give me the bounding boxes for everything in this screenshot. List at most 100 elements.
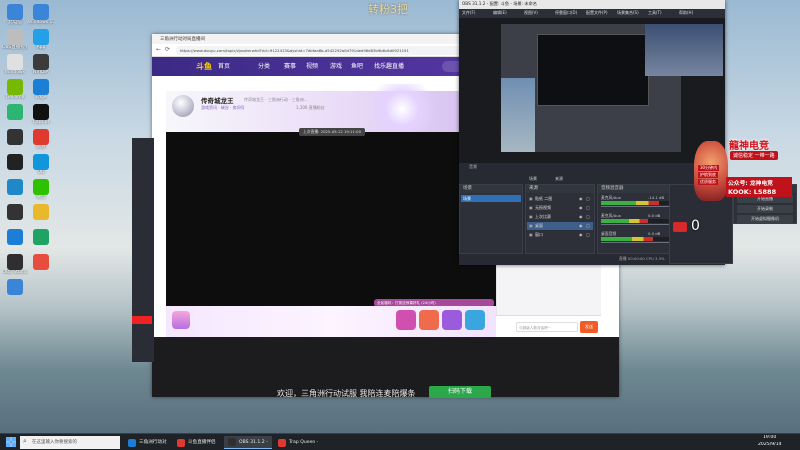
obs-preview[interactable] [459,18,725,163]
desktop-icon[interactable] [2,104,28,120]
taskbar: ⌕ 在这里输入你要搜索的 三角洲行动对局直播... 斗鱼直播伴侣 OBS 31.1.… [0,433,800,450]
desktop-icon[interactable]: 网易 [28,129,54,151]
lock-icon[interactable]: ▢ [586,195,590,203]
source-item[interactable]: 窗口 ▣ ◉ ▢ [527,231,593,239]
desktop-icon[interactable]: 此电脑 [2,4,28,26]
streamer-avatar[interactable] [172,95,194,117]
desktop-icon-label: Edge [35,95,47,100]
taskbar-clock-time[interactable]: 19:00 [763,435,776,440]
preview-nested-screen [537,34,649,106]
start-icon[interactable] [6,437,16,447]
taskbar-app[interactable]: 斗鱼直播伴侣 [173,436,221,449]
scene-item[interactable]: 场景 [461,195,521,202]
obs-menu-item[interactable]: 停靠窗口(D) [555,10,577,16]
gift-item-2[interactable] [419,310,439,330]
control-button[interactable]: 开始虚拟摄像机 [737,215,793,223]
desktop-icon[interactable] [2,204,28,220]
desktop-icon[interactable]: CapCut [28,104,54,126]
refresh-icon[interactable]: ⟳ [165,46,170,53]
source-item[interactable]: 贴纸 二图 ▣ ◉ ▢ [527,195,593,203]
visibility-eye-icon[interactable]: ◉ [579,213,583,221]
app-icon [7,204,23,220]
desktop-icon[interactable]: Edge [28,79,54,101]
desktop-icon[interactable]: GeForce [2,79,28,101]
gift-item-1[interactable] [396,310,416,330]
nav-item[interactable]: 视频 [306,57,318,76]
obs-status-bar: 直播 00:00:00 CPU 3.3% [619,256,665,261]
visibility-eye-icon[interactable]: ◉ [579,222,583,230]
nav-item[interactable]: 找乐趣直播 [374,57,404,76]
download-cta-button[interactable]: 扫码下载 [429,386,491,398]
gift-item-3[interactable] [442,310,462,330]
source-item[interactable]: 桌面 ▣ ◉ ▢ [527,222,593,230]
chat-send-button[interactable]: 发送 [580,321,598,333]
taskbar-clock-date[interactable]: 2025/9/14 [758,442,782,447]
desktop-icon[interactable]: QQ [28,154,54,176]
desktop-icon[interactable]: NVIDIA [28,54,54,76]
source-type-icon: ▣ [529,214,533,219]
obs-menu-item[interactable]: 配置文件(P) [586,10,608,16]
gift-item-4[interactable] [465,310,485,330]
lock-icon[interactable]: ▢ [586,231,590,239]
desktop-icon[interactable] [2,154,28,170]
desktop-icon[interactable] [28,204,54,220]
nav-item[interactable]: 赛事 [284,57,296,76]
source-type-icon: ▣ [529,223,533,228]
app-icon [33,129,49,145]
source-item[interactable]: 上次比赛 ▣ ◉ ▢ [527,213,593,221]
obs-toolbar-label: 音频 [469,164,477,169]
obs-menu-item[interactable]: 视图(V) [524,10,538,16]
visibility-eye-icon[interactable]: ◉ [579,204,583,212]
taskbar-search-box[interactable]: ⌕ 在这里输入你要搜索的 [20,436,120,449]
mixer-volume-slider[interactable] [601,242,673,243]
nav-item[interactable]: 游戏 [330,57,342,76]
obs-menu-item[interactable]: 场景集合(S) [617,10,639,16]
desktop-icon[interactable] [28,254,54,270]
source-item[interactable]: 无损视频 ▣ ◉ ▢ [527,204,593,212]
desktop-icon[interactable] [2,179,28,195]
desktop-icon[interactable]: Windows [2,54,28,76]
desktop-icon[interactable] [2,129,28,145]
lock-icon[interactable]: ▢ [586,213,590,221]
nav-item[interactable]: 分类 [258,57,270,76]
obs-dock-tab[interactable]: 场景 [529,176,537,182]
nav-item[interactable]: 首页 [218,57,230,76]
desktop-icon[interactable] [2,279,28,295]
chat-input[interactable]: 与超级人数对话吧~ [516,322,578,332]
mixer-volume-slider[interactable] [601,206,673,207]
desktop-icon[interactable]: OBS Studio [2,254,28,276]
obs-menu-item[interactable]: 文件(F) [462,10,475,16]
chat-input-area: 与超级人数对话吧~ 发送 [496,315,601,337]
desktop-icon[interactable]: 微信 [28,179,54,201]
lock-icon[interactable]: ▢ [586,204,590,212]
taskbar-app[interactable]: 三角洲行动对局直播... [124,436,171,449]
counter-value: 0 [691,218,700,234]
desktop-icon[interactable]: App [28,29,54,51]
lock-icon[interactable]: ▢ [586,222,590,230]
nav-item[interactable]: 鱼吧 [351,57,363,76]
browser-tab-title[interactable]: 三角洲行动对局直播间 [160,36,205,42]
desktop-icon[interactable] [2,229,28,245]
obs-menu-item[interactable]: 帮助(H) [679,10,693,16]
obs-dock-tab[interactable]: 来源 [555,176,563,182]
desktop-icon[interactable] [28,229,54,245]
mixer-track-db: 0.0 dB [648,231,661,236]
obs-title: OBS 31.1.2 - 配置: 斗鱼 - 场景: 未命名 [462,1,537,6]
desktop-icon[interactable]: OBS直播视频 [2,29,28,51]
douyu-logo[interactable]: 斗鱼 [196,61,212,72]
obs-menu-item[interactable]: 编辑(E) [493,10,507,16]
visibility-eye-icon[interactable]: ◉ [579,231,583,239]
mixer-track-db: -14.1 dB [648,195,665,200]
video-player[interactable]: 上次直播: 2025-09-12 19:11:00 全民福利：打赏送惊喜好礼 (… [166,128,496,307]
back-icon[interactable]: ← [156,46,161,53]
gift-icon-left[interactable] [172,311,190,329]
visibility-eye-icon[interactable]: ◉ [579,195,583,203]
taskbar-app[interactable]: Trap Queen - MK... [274,436,322,449]
room-tags: 游戏资讯 · 峡谷 · 房间号 [201,105,245,110]
obs-menu-item[interactable]: 工具(T) [648,10,662,16]
taskbar-app[interactable]: OBS 31.1.2 - 配置... [224,436,272,449]
ad-overlay: 龍神电竞 诚信稳定 一带一路 30分钟内 护航到底 优质服务 公众号: 龙神电竞 K… [694,135,794,207]
douyu-companion-window[interactable] [132,138,154,362]
desktop-icon[interactable]: Windows 10 Update [28,4,54,26]
mixer-volume-slider[interactable] [601,224,673,225]
